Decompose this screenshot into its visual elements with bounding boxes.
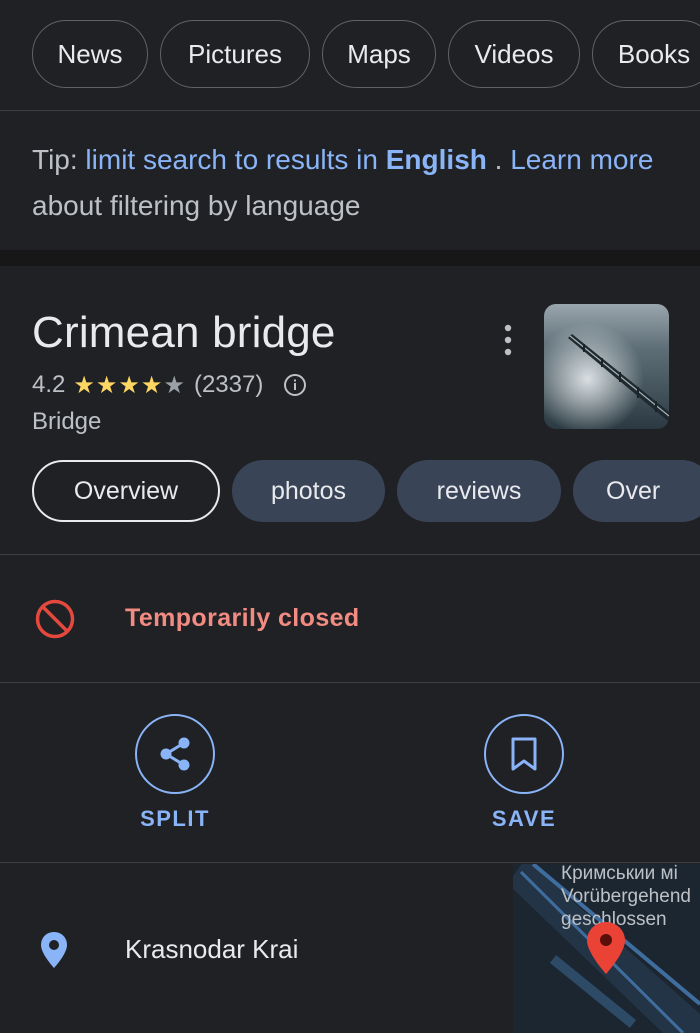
tab-books[interactable]: Books bbox=[592, 20, 700, 88]
divider bbox=[0, 862, 700, 863]
map-label-line: Vorübergehend bbox=[561, 886, 691, 907]
divider bbox=[0, 554, 700, 555]
place-thumbnail[interactable] bbox=[544, 304, 669, 429]
save-button[interactable] bbox=[484, 714, 564, 794]
place-category: Bridge bbox=[32, 408, 102, 435]
map-label-line: Кримськии мі bbox=[561, 864, 678, 884]
section-gap bbox=[0, 250, 700, 266]
divider bbox=[0, 682, 700, 683]
place-panel: Crimean bridge 4.2 ★★★★★ (2337) Bridge O… bbox=[0, 266, 700, 1033]
tab-videos[interactable]: Videos bbox=[448, 20, 580, 88]
closed-icon bbox=[35, 599, 75, 639]
status-text: Temporarily closed bbox=[125, 604, 360, 632]
tab-overview[interactable]: Overview bbox=[32, 460, 220, 522]
review-count[interactable]: (2337) bbox=[194, 371, 263, 399]
share-button[interactable] bbox=[135, 714, 215, 794]
info-icon[interactable] bbox=[283, 373, 307, 397]
map-marker-icon bbox=[587, 922, 625, 974]
limit-language-link[interactable]: limit search to results in bbox=[85, 144, 385, 175]
tab-overflow[interactable]: Over bbox=[573, 460, 700, 522]
address-text: Krasnodar Krai bbox=[125, 934, 299, 964]
save-label[interactable]: SAVE bbox=[464, 806, 584, 832]
address-row[interactable]: Krasnodar Krai Кримськии мі Vorübergehen… bbox=[0, 864, 700, 1033]
status-row: Temporarily closed bbox=[0, 556, 700, 682]
more-options-icon[interactable] bbox=[494, 320, 522, 360]
tab-photos[interactable]: photos bbox=[232, 460, 385, 522]
tab-pictures[interactable]: Pictures bbox=[160, 20, 310, 88]
tip-suffix: about filtering by language bbox=[32, 190, 361, 221]
rating-row: 4.2 ★★★★★ (2337) bbox=[32, 368, 307, 402]
tab-news[interactable]: News bbox=[32, 20, 148, 88]
tip-separator: . bbox=[486, 144, 511, 175]
language-link[interactable]: English bbox=[386, 144, 487, 175]
search-category-tabs: News Pictures Maps Videos Books bbox=[0, 0, 700, 111]
tab-maps[interactable]: Maps bbox=[322, 20, 436, 88]
bookmark-icon bbox=[511, 737, 537, 771]
map-thumbnail[interactable]: Кримськии мі Vorübergehend geschlossen bbox=[513, 864, 700, 1033]
tip-prefix: Tip: bbox=[32, 144, 86, 175]
rating-value: 4.2 bbox=[32, 371, 66, 398]
language-tip: Tip: limit search to results in English … bbox=[0, 111, 700, 250]
location-pin-icon bbox=[41, 932, 67, 968]
action-buttons: SPLIT SAVE bbox=[0, 684, 700, 862]
share-label[interactable]: SPLIT bbox=[115, 806, 235, 832]
learn-more-link[interactable]: Learn more bbox=[510, 144, 653, 175]
share-icon bbox=[160, 737, 190, 771]
tab-reviews[interactable]: reviews bbox=[397, 460, 561, 522]
star-rating: ★★★★★ bbox=[73, 371, 186, 399]
place-title: Crimean bridge bbox=[32, 308, 336, 357]
